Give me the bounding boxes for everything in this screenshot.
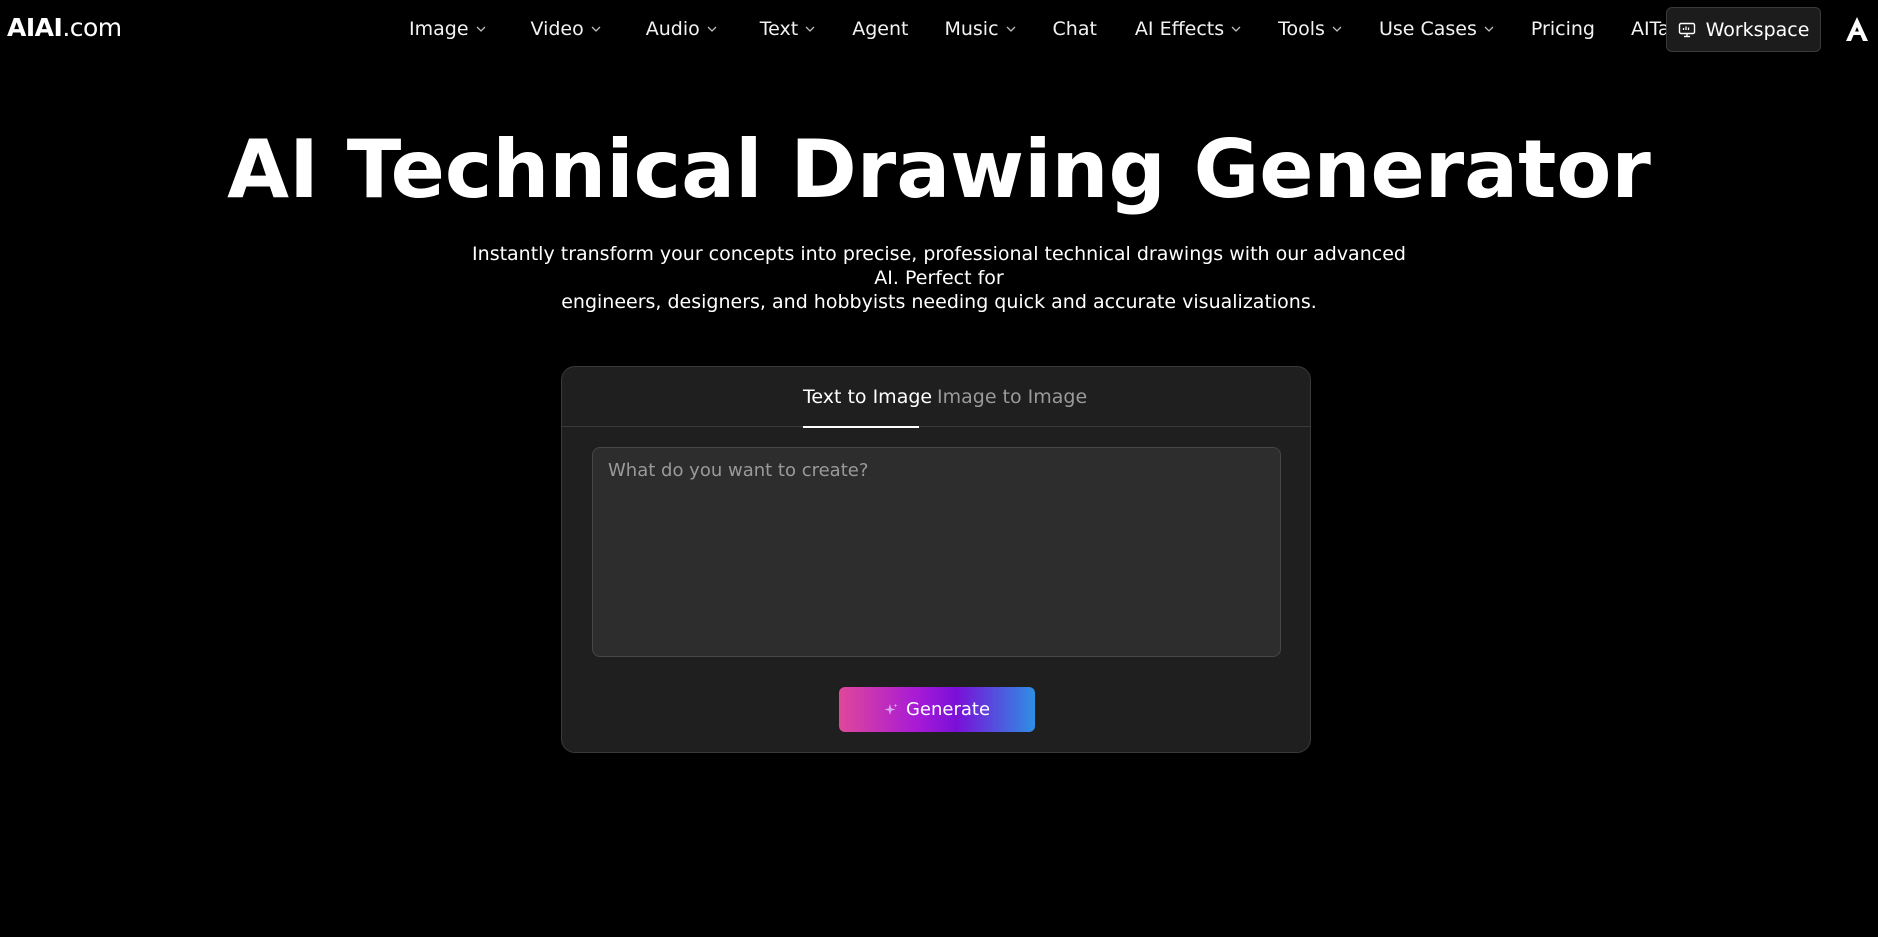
nav-item-chat[interactable]: Chat	[1053, 0, 1097, 58]
page-title: AI Technical Drawing Generator	[227, 123, 1651, 216]
nav-item-label: Image	[409, 18, 469, 40]
chevron-down-icon	[591, 26, 601, 32]
chevron-down-icon	[1484, 26, 1494, 32]
brand-a-icon[interactable]	[1845, 16, 1869, 42]
chevron-down-icon	[1006, 26, 1015, 32]
chevron-down-icon	[805, 26, 815, 32]
prompt-input[interactable]	[592, 447, 1281, 657]
workspace-label: Workspace	[1705, 18, 1810, 41]
mode-tabs: Text to Image Image to Image	[562, 367, 1310, 428]
nav-item-label: Audio	[645, 18, 700, 40]
subtitle-line-1: Instantly transform your concepts into p…	[472, 243, 1406, 289]
sparkle-icon	[884, 703, 898, 715]
nav-item-video[interactable]: Video	[531, 0, 602, 58]
workspace-button[interactable]: Workspace	[1666, 7, 1821, 52]
tab-text-to-image[interactable]: Text to Image	[803, 367, 932, 428]
page-subtitle: Instantly transform your concepts into p…	[459, 242, 1419, 314]
nav-item-label: Video	[530, 18, 584, 40]
nav-item-tools[interactable]: Tools	[1278, 0, 1343, 58]
nav-item-image[interactable]: Image	[409, 0, 487, 58]
nav-item-agent[interactable]: Agent	[852, 0, 908, 58]
main-menu: Image Video Audio Text Agent Music Chat AI Effe…	[409, 0, 1682, 58]
subtitle-line-2: engineers, designers, and hobbyists need…	[561, 291, 1317, 313]
nav-item-ai-effects[interactable]: AI Effects	[1135, 0, 1242, 58]
generator-panel: Text to Image Image to Image Generate	[561, 366, 1311, 753]
logo-domain-text: .com	[62, 13, 122, 42]
chevron-down-icon	[476, 26, 485, 32]
nav-item-audio[interactable]: Audio	[646, 0, 718, 58]
nav-item-pricing[interactable]: Pricing	[1531, 0, 1595, 58]
nav-item-use-cases[interactable]: Use Cases	[1379, 0, 1495, 58]
nav-item-label: AI Effects	[1134, 18, 1225, 40]
page: AIAI.com Image Video Audio Text Agent Music Ch…	[0, 0, 1878, 937]
chevron-down-icon	[1332, 26, 1342, 32]
chevron-down-icon	[707, 26, 717, 32]
nav-item-label: Music	[944, 18, 999, 40]
nav-item-label: Tools	[1278, 18, 1325, 40]
tab-image-to-image[interactable]: Image to Image	[937, 367, 1087, 427]
generate-button[interactable]: Generate	[839, 687, 1035, 732]
logo-bold-text: AIAI	[7, 13, 63, 42]
generate-label: Generate	[905, 699, 991, 720]
nav-item-label: Use Cases	[1378, 18, 1477, 40]
nav-item-label: Text	[759, 18, 799, 40]
nav-item-music[interactable]: Music	[944, 0, 1016, 58]
nav-item-label: Chat	[1052, 18, 1097, 40]
top-nav: AIAI.com Image Video Audio Text Agent Music Ch…	[0, 0, 1878, 58]
chevron-down-icon	[1231, 26, 1241, 32]
nav-item-label: Pricing	[1530, 18, 1595, 40]
nav-item-text[interactable]: Text	[760, 0, 816, 58]
nav-item-label: Agent	[852, 18, 909, 40]
site-logo[interactable]: AIAI.com	[7, 13, 122, 43]
monitor-icon	[1678, 22, 1695, 37]
